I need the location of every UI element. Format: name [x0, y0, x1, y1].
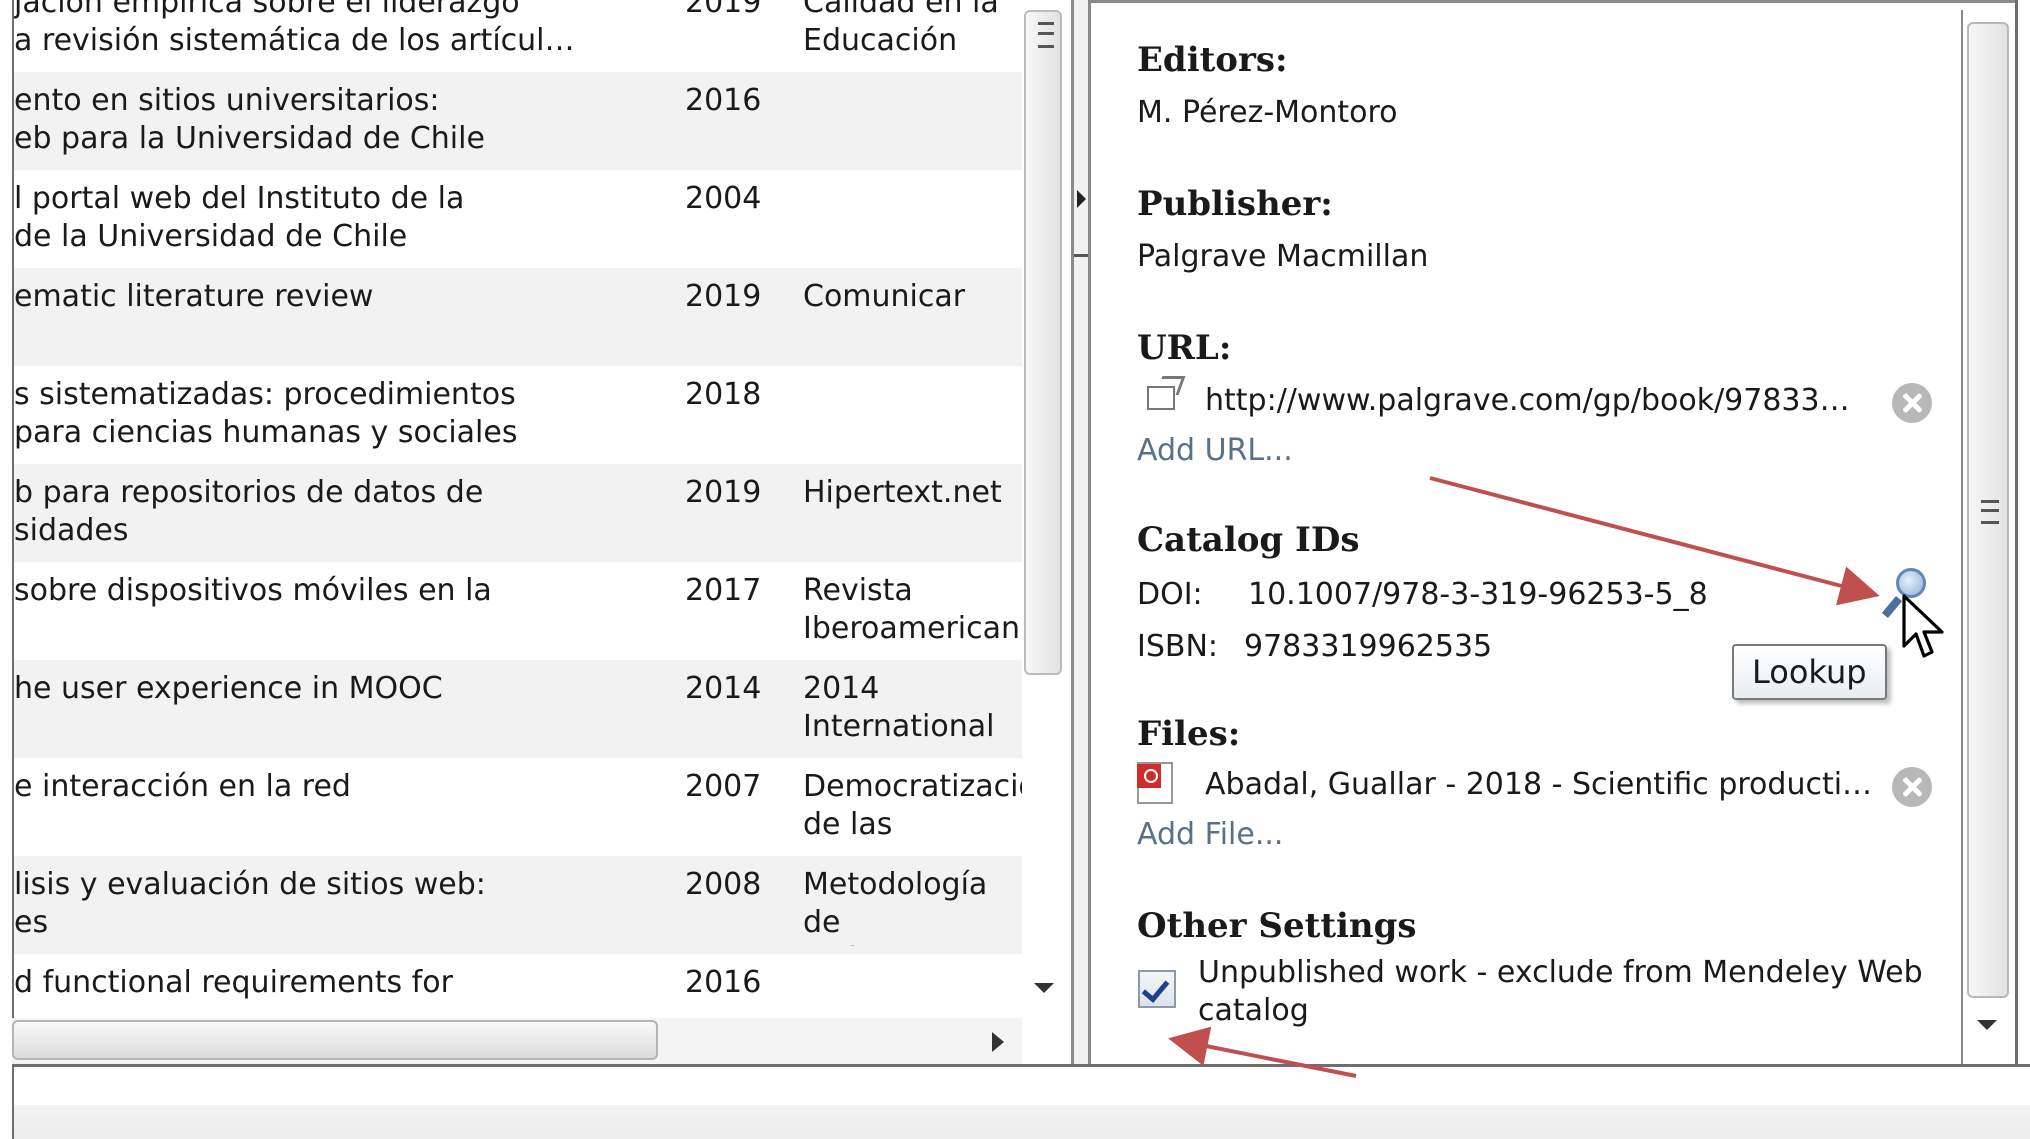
- document-publication: Comunicar: [803, 279, 966, 314]
- lookup-tooltip: Lookup: [1732, 644, 1887, 700]
- checkmark-icon: [1141, 974, 1170, 1003]
- document-rows: jación empírica sobre el liderazgo a rev…: [14, 0, 1022, 1018]
- document-list[interactable]: jación empírica sobre el liderazgo a rev…: [12, 0, 1022, 1018]
- document-year: 2014: [685, 671, 762, 706]
- document-title: lisis y evaluación de sitios web: es: [14, 867, 486, 940]
- document-title: e interacción en la red: [14, 769, 351, 804]
- document-year: 2018: [685, 377, 762, 412]
- scroll-down-arrow-icon[interactable]: [1034, 983, 1054, 993]
- document-row[interactable]: he user experience in MOOC 2014 2014 Inter…: [14, 660, 1022, 758]
- document-publication: Revista Iberoamerican: [803, 573, 1021, 646]
- document-row[interactable]: ematic literature review 2019 Comunicar: [14, 268, 1022, 366]
- details-vertical-scrollbar[interactable]: [1963, 0, 2015, 1064]
- other-settings-heading: Other Settings: [1137, 906, 1417, 946]
- url-heading: URL:: [1137, 328, 1232, 368]
- grip-icon: [1981, 500, 1999, 524]
- document-publication: Metodología de análisis y evalu: [803, 867, 988, 946]
- document-title: d functional requirements for: [14, 965, 453, 1000]
- publisher-heading: Publisher:: [1137, 184, 1333, 224]
- unpublished-checkbox[interactable]: [1138, 970, 1176, 1008]
- details-panel: Editors: M. Pérez-Montoro Publisher: Pal…: [1091, 0, 1963, 1064]
- document-row[interactable]: d functional requirements for 2016: [14, 954, 1022, 1018]
- editors-heading: Editors:: [1137, 40, 1288, 80]
- document-row[interactable]: sobre dispositivos móviles en la 2017 Revi…: [14, 562, 1022, 660]
- document-publication: [803, 964, 1022, 1018]
- editors-value[interactable]: M. Pérez-Montoro: [1137, 94, 1398, 132]
- details-top-border: [1091, 0, 2018, 10]
- document-row[interactable]: b para repositorios de datos de sidades 2…: [14, 464, 1022, 562]
- splitter-tick: [1074, 254, 1088, 257]
- list-scroll-thumb[interactable]: [1024, 10, 1062, 675]
- document-title: ematic literature review: [14, 279, 374, 314]
- document-year: 2016: [685, 965, 762, 1000]
- document-publication: Calidad en la Educación: [803, 0, 999, 58]
- document-row[interactable]: lisis y evaluación de sitios web: es 2008…: [14, 856, 1022, 954]
- list-vertical-scrollbar[interactable]: [1022, 10, 1068, 1016]
- document-row[interactable]: l portal web del Instituto de la de la U…: [14, 170, 1022, 268]
- scroll-right-arrow-icon[interactable]: [992, 1032, 1004, 1052]
- document-publication: Hipertext.net: [803, 475, 1002, 510]
- external-link-icon[interactable]: [1147, 386, 1175, 410]
- scroll-down-arrow-icon[interactable]: [1977, 1020, 1997, 1030]
- document-year: 2016: [685, 83, 762, 118]
- document-year: 2007: [685, 769, 762, 804]
- list-hscroll-thumb[interactable]: [12, 1020, 658, 1060]
- files-heading: Files:: [1137, 714, 1241, 754]
- document-row[interactable]: jación empírica sobre el liderazgo a rev…: [14, 0, 1022, 72]
- document-year: 2017: [685, 573, 762, 608]
- file-name[interactable]: Abadal, Guallar - 2018 - Scientific prod…: [1205, 766, 1872, 804]
- isbn-value[interactable]: 9783319962535: [1244, 628, 1492, 666]
- document-title: l portal web del Instituto de la de la U…: [14, 181, 465, 254]
- mouse-pointer-icon: [1902, 594, 1944, 658]
- document-publication: [803, 82, 1022, 162]
- document-year: 2004: [685, 181, 762, 216]
- document-publication: 2014 International S: [803, 671, 995, 750]
- details-scroll-thumb[interactable]: [1967, 22, 2009, 998]
- window-right-border: [2015, 0, 2018, 1064]
- remove-url-icon[interactable]: [1892, 383, 1932, 423]
- document-title: sobre dispositivos móviles en la: [14, 573, 492, 608]
- document-year: 2008: [685, 867, 762, 902]
- collapse-arrow-icon[interactable]: [1077, 190, 1086, 208]
- document-title: b para repositorios de datos de sidades: [14, 475, 484, 548]
- add-file-link[interactable]: Add File...: [1137, 816, 1283, 854]
- document-title: he user experience in MOOC: [14, 671, 443, 706]
- publisher-value[interactable]: Palgrave Macmillan: [1137, 238, 1428, 276]
- remove-file-icon[interactable]: [1892, 767, 1932, 807]
- grip-icon: [1038, 22, 1054, 48]
- catalog-ids-heading: Catalog IDs: [1137, 520, 1360, 560]
- list-horizontal-scrollbar[interactable]: [12, 1018, 1022, 1064]
- add-url-link[interactable]: Add URL...: [1137, 432, 1293, 470]
- document-row[interactable]: e interacción en la red 2007 Democratizaci…: [14, 758, 1022, 856]
- document-publication: [803, 180, 1022, 260]
- document-row[interactable]: ento en sitios universitarios: eb para l…: [14, 72, 1022, 170]
- url-value[interactable]: http://www.palgrave.com/gp/book/97833…: [1205, 382, 1850, 420]
- doi-label: DOI:: [1137, 577, 1203, 612]
- doi-value[interactable]: 10.1007/978-3-319-96253-5_8: [1248, 576, 1708, 614]
- document-row[interactable]: s sistematizadas: procedimientos para ci…: [14, 366, 1022, 464]
- pdf-file-icon[interactable]: [1137, 762, 1173, 804]
- document-year: 2019: [685, 0, 762, 20]
- document-title: ento en sitios universitarios: eb para l…: [14, 83, 485, 156]
- document-year: 2019: [685, 475, 762, 510]
- document-year: 2019: [685, 279, 762, 314]
- document-title: s sistematizadas: procedimientos para ci…: [14, 377, 518, 450]
- document-publication: Democratizació de las comunic: [803, 769, 1022, 848]
- isbn-label: ISBN:: [1137, 629, 1219, 664]
- unpublished-label[interactable]: Unpublished work - exclude from Mendeley…: [1198, 954, 1958, 1030]
- document-publication: [803, 376, 1022, 456]
- status-bar: [12, 1064, 2030, 1139]
- panel-splitter[interactable]: [1071, 0, 1091, 1064]
- document-title: jación empírica sobre el liderazgo a rev…: [14, 0, 575, 58]
